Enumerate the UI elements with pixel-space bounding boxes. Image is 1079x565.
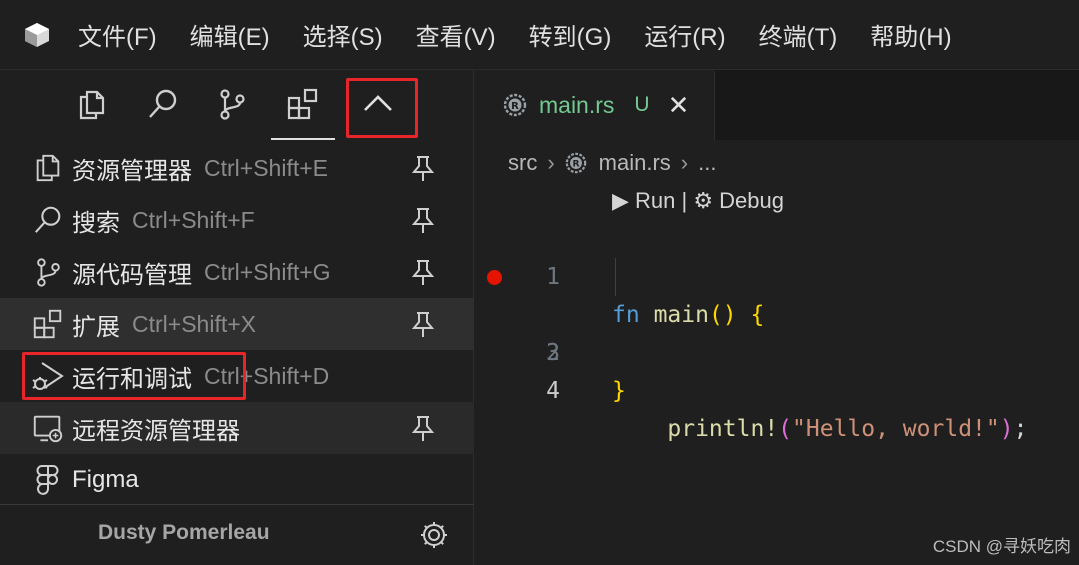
activity-tabs xyxy=(0,70,473,142)
extensions-icon xyxy=(30,306,66,342)
explorer-icon[interactable] xyxy=(72,84,112,124)
close-icon[interactable]: ✕ xyxy=(668,92,690,118)
sidebar-footer: Dusty Pomerleau xyxy=(0,504,474,565)
rust-file-icon: R xyxy=(503,93,527,117)
chevron-right-icon: › xyxy=(680,150,689,175)
rust-file-icon: R xyxy=(565,152,586,174)
code-line: 4 xyxy=(475,334,1079,404)
view-item-source-control[interactable]: 源代码管理 Ctrl+Shift+G xyxy=(0,246,474,298)
view-item-run-debug[interactable]: 运行和调试 Ctrl+Shift+D xyxy=(0,350,474,402)
tab-filename: main.rs xyxy=(539,91,615,118)
svg-text:R: R xyxy=(572,159,579,170)
menu-run[interactable]: 运行(R) xyxy=(644,17,725,52)
view-item-search[interactable]: 搜索 Ctrl+Shift+F xyxy=(0,194,474,246)
menu-view[interactable]: 查看(V) xyxy=(416,17,496,52)
code-line: 2 println!("Hello, world!"); xyxy=(475,258,1079,442)
menu-selection[interactable]: 选择(S) xyxy=(303,17,383,52)
editor-area: R main.rs U ✕ src › R main.rs › ... ▶ Ru… xyxy=(475,70,1079,565)
codelens-run-debug[interactable]: ▶ Run | ⚙ Debug xyxy=(612,188,784,214)
view-item-remote-explorer[interactable]: 远程资源管理器 xyxy=(0,402,474,454)
menu-terminal[interactable]: 终端(T) xyxy=(759,17,838,52)
pin-icon[interactable] xyxy=(410,414,436,442)
search-icon xyxy=(30,202,66,238)
code-line: 1 fn main() { xyxy=(475,220,1079,328)
view-item-explorer[interactable]: 资源管理器 Ctrl+Shift+E xyxy=(0,142,474,194)
gear-icon[interactable] xyxy=(418,519,450,551)
code-editor[interactable]: 1 fn main() { 2 println!("Hello, world!"… xyxy=(475,220,1079,442)
pin-icon[interactable] xyxy=(410,258,436,286)
menu-edit[interactable]: 编辑(E) xyxy=(190,17,270,52)
source-control-icon[interactable] xyxy=(212,84,252,124)
breadcrumb: src › R main.rs › ... xyxy=(508,150,716,176)
pin-icon[interactable] xyxy=(410,310,436,338)
line-number: 4 xyxy=(546,378,560,404)
pin-icon[interactable] xyxy=(410,154,436,182)
indent-guide xyxy=(615,258,616,296)
figma-icon xyxy=(30,462,66,498)
tab-untracked-badge: U xyxy=(634,93,650,116)
editor-tabbar: R main.rs U ✕ xyxy=(475,70,1079,140)
source-control-icon xyxy=(30,254,66,290)
svg-text:R: R xyxy=(511,101,519,112)
breakpoint-dot[interactable] xyxy=(487,270,502,285)
view-item-figma[interactable]: Figma xyxy=(0,454,474,506)
extensions-icon[interactable] xyxy=(271,84,335,140)
tab-main-rs[interactable]: R main.rs U ✕ xyxy=(475,70,715,140)
menu-help[interactable]: 帮助(H) xyxy=(870,17,951,52)
view-item-extensions[interactable]: 扩展 Ctrl+Shift+X xyxy=(0,298,474,350)
highlight-box-run-debug xyxy=(22,352,246,400)
sidebar: 资源管理器 Ctrl+Shift+E 搜索 Ctrl+Shift+F 源代码管理… xyxy=(0,70,474,565)
menu-bar: 文件(F) 编辑(E) 选择(S) 查看(V) 转到(G) 运行(R) 终端(T… xyxy=(0,0,1079,70)
breadcrumb-file[interactable]: main.rs xyxy=(599,150,671,176)
watermark: CSDN @寻妖吃肉 xyxy=(932,537,1071,556)
menu-file[interactable]: 文件(F) xyxy=(78,17,157,52)
search-icon[interactable] xyxy=(143,84,183,124)
vscode-logo-icon[interactable] xyxy=(22,20,52,50)
pin-icon[interactable] xyxy=(410,206,436,234)
remote-explorer-icon xyxy=(30,410,66,446)
files-icon xyxy=(30,150,66,186)
code-line: 3 } xyxy=(475,296,1079,404)
account-name[interactable]: Dusty Pomerleau xyxy=(98,521,270,545)
chevron-right-icon: › xyxy=(547,150,555,175)
views-menu: 资源管理器 Ctrl+Shift+E 搜索 Ctrl+Shift+F 源代码管理… xyxy=(0,142,474,506)
menu-go[interactable]: 转到(G) xyxy=(529,17,612,52)
highlight-box-chevron xyxy=(346,78,418,138)
breadcrumb-folder[interactable]: src xyxy=(508,150,537,176)
breadcrumb-more[interactable]: ... xyxy=(698,150,716,176)
